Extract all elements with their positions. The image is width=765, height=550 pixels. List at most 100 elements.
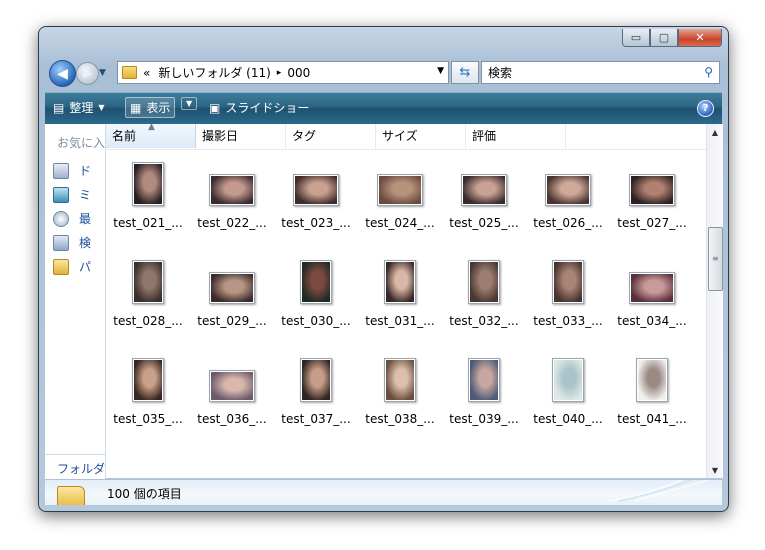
photo-preview (134, 360, 162, 400)
file-item[interactable]: test_030_... (274, 250, 358, 336)
search-icon[interactable]: ⚲ (704, 65, 713, 79)
column-headers: ▲ 名前 撮影日 タグ サイズ 評価 (106, 124, 706, 150)
file-item[interactable]: test_031_... (358, 250, 442, 336)
thumbnail-image (461, 174, 507, 206)
document-icon (53, 162, 69, 179)
organize-icon: ▤ (53, 100, 65, 115)
file-item[interactable]: test_034_... (610, 250, 694, 336)
nav-item-recent[interactable]: 最 (53, 210, 91, 227)
file-item[interactable]: test_023_... (274, 152, 358, 238)
column-header-date-taken[interactable]: 撮影日 (196, 124, 286, 148)
file-name: test_037_... (281, 412, 351, 426)
file-item[interactable]: test_036_... (190, 348, 274, 434)
breadcrumb-item-current[interactable]: 000 (287, 66, 310, 80)
folder-icon (57, 486, 85, 505)
file-item[interactable]: test_027_... (610, 152, 694, 238)
folders-toggle[interactable]: フォルダ (45, 454, 106, 479)
maximize-button[interactable]: ▢ (650, 29, 678, 47)
title-bar[interactable]: ▭ ▢ ✕ (39, 27, 728, 57)
file-item[interactable]: test_026_... (526, 152, 610, 238)
file-item[interactable]: test_040_... (526, 348, 610, 434)
file-item[interactable]: test_028_... (106, 250, 190, 336)
column-header-rating[interactable]: 評価 (466, 124, 566, 148)
thumbnail-image (209, 272, 255, 304)
history-dropdown-icon[interactable]: ▼ (99, 68, 106, 78)
navigation-pane: お気に入 ド ミ 最 検 パ (45, 124, 106, 454)
nav-item-label: 検 (79, 236, 92, 250)
file-name: test_041_... (617, 412, 687, 426)
address-dropdown-icon[interactable]: ▼ (437, 66, 444, 76)
vertical-scrollbar[interactable]: ▲ ≡ ▼ (706, 124, 723, 478)
arrow-left-icon: ◀ (57, 65, 68, 82)
help-button[interactable]: ? (697, 100, 714, 117)
nav-item-label: パ (79, 260, 92, 274)
file-item[interactable]: test_035_... (106, 348, 190, 434)
thumbnail-image (300, 260, 332, 304)
slideshow-icon: ▣ (209, 100, 221, 115)
column-header-label: 撮影日 (202, 129, 239, 143)
column-header-size[interactable]: サイズ (376, 124, 466, 148)
refresh-icon: ⇆ (459, 65, 471, 80)
column-header-name[interactable]: ▲ 名前 (106, 124, 196, 148)
photo-preview (379, 176, 421, 204)
address-bar[interactable]: « 新しいフォルダ (11) ▸ 000 ▼ (117, 61, 449, 84)
file-item[interactable]: test_039_... (442, 348, 526, 434)
file-name: test_035_... (113, 412, 183, 426)
file-name: test_034_... (617, 314, 687, 328)
column-header-label: 評価 (472, 129, 497, 143)
view-icon: ▦ (130, 100, 142, 115)
item-count: 100 個の項目 (107, 487, 182, 501)
slideshow-label: スライドショー (225, 101, 310, 115)
thumbnail-image (636, 358, 668, 402)
saved-search-icon (53, 234, 69, 251)
search-box[interactable]: 検索 ⚲ (481, 61, 720, 84)
file-item[interactable]: test_021_... (106, 152, 190, 238)
nav-item-documents[interactable]: ド (53, 162, 91, 179)
slideshow-button[interactable]: ▣ スライドショー (209, 99, 309, 116)
organize-button[interactable]: ▤ 整理 ▼ (53, 99, 105, 116)
back-button[interactable]: ◀ (49, 60, 76, 87)
thumbnail-image (545, 174, 591, 206)
photo-preview (211, 274, 253, 302)
minimize-button[interactable]: ▭ (622, 29, 650, 47)
file-item[interactable]: test_024_... (358, 152, 442, 238)
file-item[interactable]: test_022_... (190, 152, 274, 238)
file-item[interactable]: test_032_... (442, 250, 526, 336)
file-name: test_036_... (197, 412, 267, 426)
photo-preview (631, 274, 673, 302)
photo-preview (554, 262, 582, 302)
scrollbar-thumb[interactable]: ≡ (708, 227, 723, 291)
view-dropdown-button[interactable]: ▼ (181, 97, 198, 110)
file-item[interactable]: test_025_... (442, 152, 526, 238)
breadcrumb-separator-icon[interactable]: ▸ (277, 68, 282, 78)
photo-preview (302, 360, 330, 400)
file-item[interactable]: test_037_... (274, 348, 358, 434)
file-name: test_040_... (533, 412, 603, 426)
nav-item-search[interactable]: 検 (53, 234, 91, 251)
breadcrumb-item-parent[interactable]: 新しいフォルダ (11) (158, 64, 270, 81)
search-input[interactable]: 検索 (488, 64, 512, 81)
thumbnail-image (132, 162, 164, 206)
scroll-up-icon[interactable]: ▲ (707, 124, 723, 140)
column-header-tags[interactable]: タグ (286, 124, 376, 148)
nav-item-public[interactable]: パ (53, 258, 91, 275)
file-item[interactable]: test_038_... (358, 348, 442, 434)
close-button[interactable]: ✕ (678, 29, 722, 47)
file-item[interactable]: test_033_... (526, 250, 610, 336)
grip-icon: ≡ (712, 254, 719, 263)
command-bar: ▤ 整理 ▼ ▦ 表示 ▼ ▣ スライドショー ? (45, 92, 722, 124)
forward-button[interactable]: ▶ (76, 62, 99, 85)
photo-preview (302, 262, 330, 302)
file-item[interactable]: test_041_... (610, 348, 694, 434)
photo-preview (631, 176, 673, 204)
file-item[interactable]: test_029_... (190, 250, 274, 336)
refresh-button[interactable]: ⇆ (451, 61, 479, 84)
breadcrumb-overflow[interactable]: « (143, 66, 150, 80)
scroll-down-icon[interactable]: ▼ (707, 462, 723, 478)
view-button[interactable]: ▦ 表示 (125, 97, 176, 118)
thumbnail-image (300, 358, 332, 402)
column-header-label: 名前 (112, 129, 137, 143)
thumbnail-image (209, 174, 255, 206)
photo-preview (211, 372, 253, 400)
nav-item-music[interactable]: ミ (53, 186, 91, 203)
